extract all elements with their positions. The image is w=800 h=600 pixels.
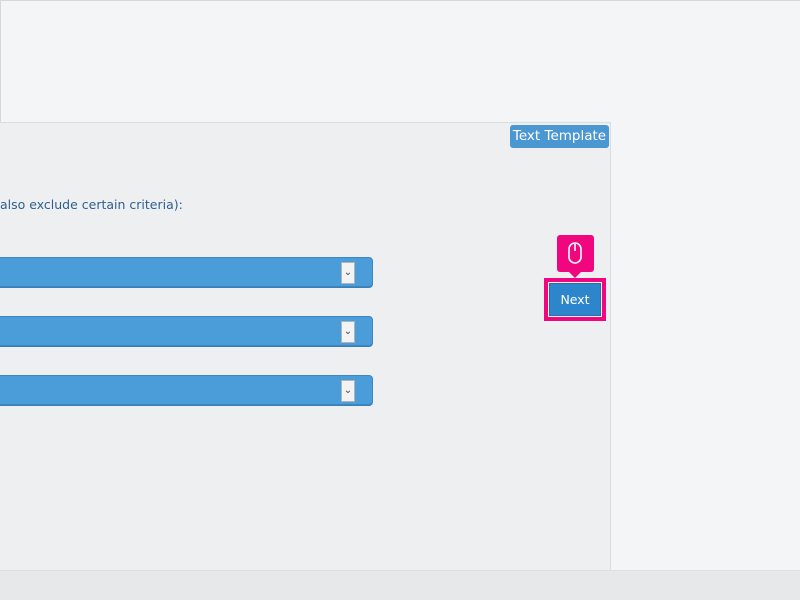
criteria-panel xyxy=(0,122,611,570)
criteria-select-1[interactable]: ⌄ xyxy=(0,257,373,287)
text-template-tab[interactable]: Text Template xyxy=(510,125,609,148)
chevron-down-icon[interactable]: ⌄ xyxy=(341,380,355,402)
top-area xyxy=(0,0,800,122)
instruction-text: also exclude certain criteria): xyxy=(0,197,183,212)
cursor-indicator xyxy=(557,235,594,278)
criteria-select-2[interactable]: ⌄ xyxy=(0,316,373,346)
chevron-down-icon[interactable]: ⌄ xyxy=(341,321,355,343)
bottom-bar xyxy=(0,570,800,600)
app-viewport: Text Template also exclude certain crite… xyxy=(0,0,800,600)
chevron-down-icon[interactable]: ⌄ xyxy=(341,262,355,284)
criteria-select-3[interactable]: ⌄ xyxy=(0,375,373,405)
next-button[interactable]: Next xyxy=(549,283,601,316)
mouse-icon xyxy=(568,242,582,264)
